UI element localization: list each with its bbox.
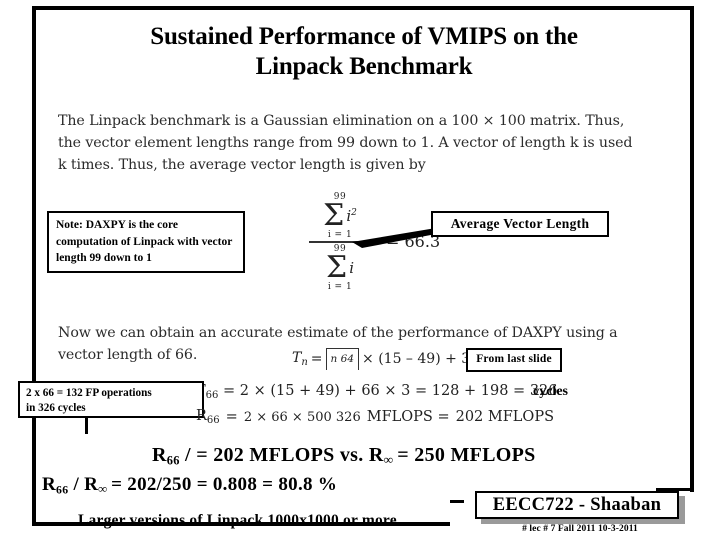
larger-versions-note: Larger versions of Linpack 1000x1000 or … bbox=[78, 512, 397, 529]
t66-subscript: 66 bbox=[205, 390, 219, 401]
footer-plaque: EECC722 - Shaaban bbox=[475, 491, 679, 519]
result-r-subscript: 66 bbox=[166, 453, 180, 468]
tn-label: Tn bbox=[292, 350, 308, 368]
infinity-subscript: ∞ bbox=[383, 451, 393, 467]
r66-units: MFLOPS = bbox=[366, 409, 450, 425]
ratio-middle-text: / R bbox=[68, 474, 99, 495]
r66-value: 202 MFLOPS bbox=[455, 409, 555, 425]
t66-expression: = 2 × (15 + 49) + 66 × 3 = 128 + 198 = 3… bbox=[223, 383, 558, 399]
r66-numerator: 2 × 66 × 500 bbox=[243, 409, 332, 425]
slide-border-top bbox=[32, 6, 694, 10]
callout-arrow-icon bbox=[352, 228, 436, 248]
ceiling-bracket-icon: n 64 bbox=[325, 348, 360, 370]
fraction-denominator: 64 bbox=[340, 352, 355, 365]
slide-border-left bbox=[32, 6, 36, 526]
numerator-sum: Σ i2 bbox=[300, 198, 380, 233]
ratio-r-symbol: R bbox=[42, 474, 57, 495]
ratio-infinity-subscript: ∞ bbox=[98, 481, 107, 496]
tn-formula: Tn = n 64 × (15 – 49) + 3n bbox=[292, 348, 479, 370]
denominator-sum: Σ i bbox=[300, 249, 380, 285]
r66-formula-line: R66 = 2 × 66 × 500 326 MFLOPS = 202 MFLO… bbox=[196, 408, 554, 426]
slide-border-bottom-stub bbox=[450, 500, 464, 503]
denominator-term: i bbox=[349, 258, 355, 277]
fp-ops-line-2: in 326 cycles bbox=[26, 402, 86, 414]
from-last-slide-callout: From last slide bbox=[466, 348, 562, 372]
title-line-2: Linpack Benchmark bbox=[255, 53, 473, 80]
result-middle-text: / = 202 MFLOPS vs. R bbox=[179, 444, 384, 466]
page-title: Sustained Performance of VMIPS on the Li… bbox=[52, 22, 676, 82]
ratio-r-subscript: 66 bbox=[56, 483, 69, 497]
r66-label-group: R66 bbox=[196, 408, 220, 426]
n-over-64-fraction: n 64 bbox=[331, 354, 354, 365]
note-callout: Note: DAXPY is the core computation of L… bbox=[47, 211, 245, 273]
tn-equals: = bbox=[310, 351, 323, 367]
r66-equals: = bbox=[225, 409, 238, 425]
sum-lower-limit-bottom: i = 1 bbox=[327, 281, 353, 292]
average-vector-length-callout: Average Vector Length bbox=[431, 211, 609, 237]
tn-expression-tail: × (15 – 49) + 3n bbox=[362, 351, 480, 367]
r66-denominator: 326 bbox=[335, 409, 361, 425]
result-tail-text: = 250 MFLOPS bbox=[391, 444, 536, 466]
fp-operations-callout: 2 x 66 = 132 FP operations in 326 cycles bbox=[18, 381, 204, 418]
fp-callout-leader-line bbox=[85, 418, 88, 434]
footer-subtitle: # lec # 7 Fall 2011 10-3-2011 bbox=[522, 524, 638, 534]
title-line-1: Sustained Performance of VMIPS on the bbox=[150, 23, 578, 50]
slide-canvas: Sustained Performance of VMIPS on the Li… bbox=[0, 0, 720, 540]
t66-line: T66 = 2 × (15 + 49) + 66 × 3 = 128 + 198… bbox=[196, 383, 558, 401]
ratio-tail-text: = 202/250 = 0.808 = 80.8 % bbox=[106, 474, 338, 495]
result-r-symbol: R bbox=[152, 444, 167, 466]
fp-ops-line-1: 2 x 66 = 132 FP operations bbox=[26, 387, 152, 399]
fraction-numerator: n bbox=[330, 352, 338, 365]
cycles-label: cycles bbox=[533, 384, 568, 399]
ratio-line: R66 / R∞ = 202/250 = 0.808 = 80.8 % bbox=[42, 474, 337, 497]
intro-paragraph: The Linpack benchmark is a Gaussian elim… bbox=[58, 113, 633, 173]
result-comparison-line: R66 / = 202 MFLOPS vs. R∞ = 250 MFLOPS bbox=[152, 444, 536, 468]
slide-border-right bbox=[690, 6, 694, 492]
numerator-term: i2 bbox=[346, 207, 357, 225]
r66-fraction: 2 × 66 × 500 326 bbox=[244, 410, 361, 425]
sigma-icon-2: Σ bbox=[325, 249, 348, 285]
sigma-icon: Σ bbox=[323, 198, 345, 233]
